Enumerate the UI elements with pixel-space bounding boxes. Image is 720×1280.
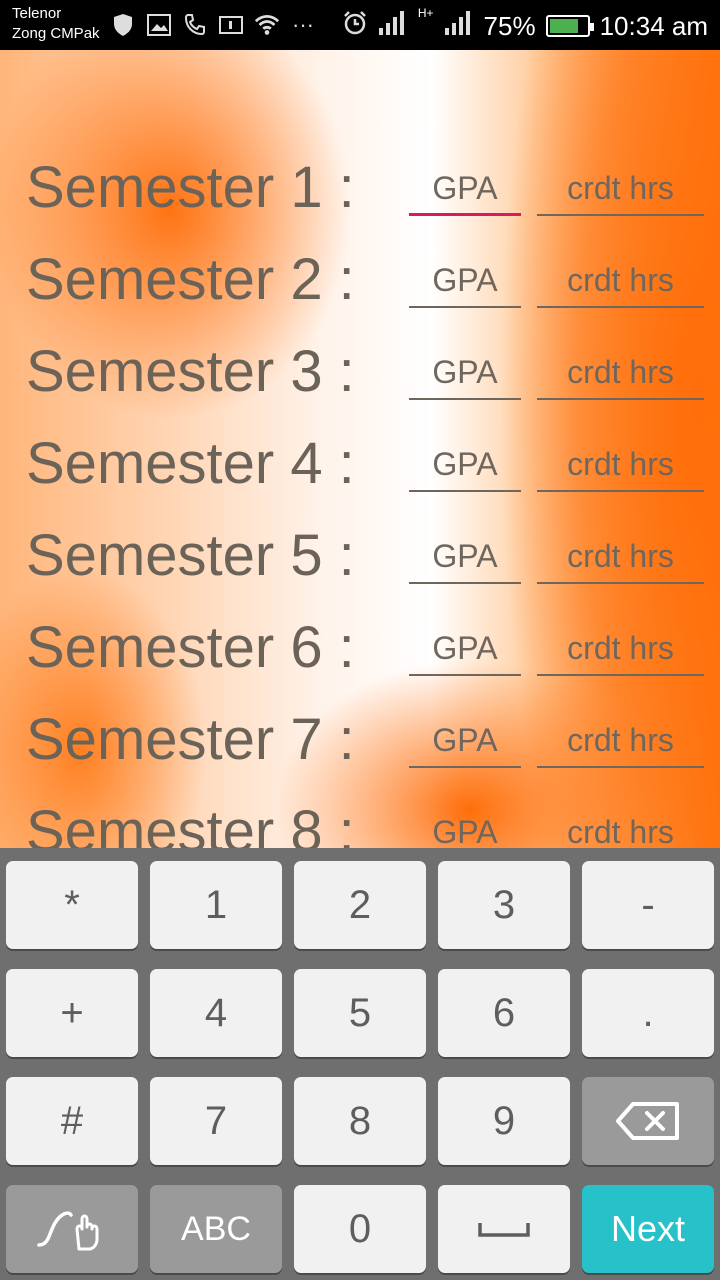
- semester-label: Semester 3 :: [26, 339, 355, 404]
- semester-label: Semester 8 :: [26, 799, 355, 848]
- key-plus[interactable]: +: [6, 969, 138, 1057]
- semester-row-5: Semester 5 : GPA crdt hrs: [0, 510, 720, 602]
- gpa-input[interactable]: GPA: [409, 142, 521, 234]
- semester-label: Semester 4 :: [26, 431, 355, 496]
- key-asterisk[interactable]: *: [6, 861, 138, 949]
- key-period[interactable]: .: [582, 969, 714, 1057]
- key-5[interactable]: 5: [294, 969, 426, 1057]
- semester-label: Semester 2 :: [26, 247, 355, 312]
- call-icon: [182, 12, 208, 38]
- semester-row-6: Semester 6 : GPA crdt hrs: [0, 602, 720, 694]
- key-1[interactable]: 1: [150, 861, 282, 949]
- gpa-input[interactable]: GPA: [409, 602, 521, 694]
- credit-hours-input[interactable]: crdt hrs: [537, 326, 704, 418]
- semester-row-7: Semester 7 : GPA crdt hrs: [0, 694, 720, 786]
- semester-label: Semester 5 :: [26, 523, 355, 588]
- handwriting-key[interactable]: [6, 1185, 138, 1273]
- carrier-2: Zong CMPak: [12, 25, 100, 42]
- more-icon: ···: [292, 12, 314, 37]
- semester-form: Semester 1 : GPA crdt hrs Semester 2 : G…: [0, 50, 720, 848]
- space-icon: [478, 1223, 530, 1237]
- credit-hours-input[interactable]: crdt hrs: [537, 418, 704, 510]
- network-type: H+: [417, 6, 434, 20]
- key-4[interactable]: 4: [150, 969, 282, 1057]
- semester-row-4: Semester 4 : GPA crdt hrs: [0, 418, 720, 510]
- semester-label: Semester 7 :: [26, 707, 355, 772]
- semester-row-8: Semester 8 : GPA crdt hrs: [0, 786, 720, 848]
- semester-row-1: Semester 1 : GPA crdt hrs: [0, 142, 720, 234]
- semester-row-2: Semester 2 : GPA crdt hrs: [0, 234, 720, 326]
- key-hash[interactable]: #: [6, 1077, 138, 1165]
- signal-icon: [378, 10, 408, 43]
- image-icon: [146, 12, 172, 38]
- sim-icon: [218, 12, 244, 38]
- status-bar: Telenor Zong CMPak ··· H+ 75% 10:34 am: [0, 0, 720, 50]
- carrier-info: Telenor Zong CMPak: [12, 4, 100, 44]
- semester-label: Semester 6 :: [26, 615, 355, 680]
- credit-hours-input[interactable]: crdt hrs: [537, 234, 704, 326]
- semester-label: Semester 1 :: [26, 155, 355, 220]
- battery-icon: [545, 15, 594, 37]
- notification-icons: ···: [110, 12, 316, 38]
- key-8[interactable]: 8: [294, 1077, 426, 1165]
- gpa-input[interactable]: GPA: [409, 234, 521, 326]
- gpa-input[interactable]: GPA: [409, 694, 521, 786]
- gpa-input[interactable]: GPA: [409, 418, 521, 510]
- credit-hours-input[interactable]: crdt hrs: [537, 786, 704, 849]
- numeric-keyboard: * 1 2 3 - + 4 5 6 . # 7 8 9 ABC 0 Next: [0, 848, 720, 1280]
- key-0[interactable]: 0: [294, 1185, 426, 1273]
- carrier-1: Telenor: [12, 5, 62, 22]
- key-3[interactable]: 3: [438, 861, 570, 949]
- space-key[interactable]: [438, 1185, 570, 1273]
- semester-row-3: Semester 3 : GPA crdt hrs: [0, 326, 720, 418]
- handwriting-icon: [37, 1211, 99, 1251]
- credit-hours-input[interactable]: crdt hrs: [537, 694, 704, 786]
- abc-key[interactable]: ABC: [150, 1185, 282, 1273]
- system-status: H+ 75% 10:34 am: [342, 6, 708, 46]
- gpa-input[interactable]: GPA: [409, 786, 521, 849]
- gpa-input[interactable]: GPA: [409, 326, 521, 418]
- gpa-input[interactable]: GPA: [409, 510, 521, 602]
- battery-percent: 75%: [483, 10, 536, 41]
- backspace-key[interactable]: [582, 1077, 714, 1165]
- backspace-icon: [616, 1102, 679, 1140]
- key-6[interactable]: 6: [438, 969, 570, 1057]
- credit-hours-input[interactable]: crdt hrs: [537, 142, 704, 234]
- signal-icon: [444, 10, 474, 43]
- credit-hours-input[interactable]: crdt hrs: [537, 602, 704, 694]
- key-7[interactable]: 7: [150, 1077, 282, 1165]
- shield-icon: [110, 12, 136, 38]
- credit-hours-input[interactable]: crdt hrs: [537, 510, 704, 602]
- next-key[interactable]: Next: [582, 1185, 714, 1273]
- key-2[interactable]: 2: [294, 861, 426, 949]
- alarm-icon: [342, 10, 368, 43]
- key-minus[interactable]: -: [582, 861, 714, 949]
- key-9[interactable]: 9: [438, 1077, 570, 1165]
- wifi-icon: [254, 12, 280, 38]
- clock: 10:34 am: [599, 10, 708, 41]
